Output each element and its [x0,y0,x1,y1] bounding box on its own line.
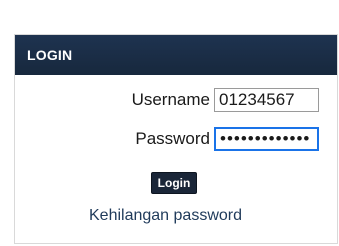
forgot-password-link[interactable]: Kehilangan password [89,207,242,225]
username-row: Username [132,88,319,112]
username-input[interactable] [214,88,319,112]
password-row: Password [135,127,319,151]
login-panel: LOGIN Username Password Login Kehilangan… [14,34,338,244]
login-header: LOGIN [15,35,337,75]
password-input[interactable] [214,127,319,151]
username-label: Username [131,90,210,109]
password-label: Password [135,129,210,148]
login-button[interactable]: Login [151,172,197,194]
